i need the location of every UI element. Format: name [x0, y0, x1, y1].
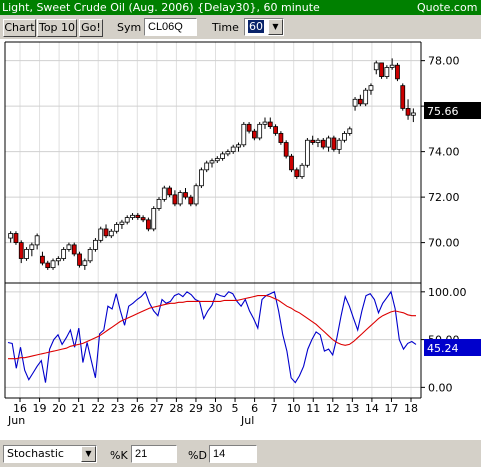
price-candle [299, 163, 305, 179]
time-tick-label: 20 [52, 402, 66, 415]
chart-button[interactable]: Chart [3, 19, 36, 37]
k-period-input[interactable] [131, 445, 177, 463]
chart-area: 78.0076.0074.0072.0070.00 100.0050.000.0… [0, 39, 481, 440]
price-candle [395, 62, 400, 82]
price-candle [331, 135, 337, 152]
price-candle [87, 247, 93, 264]
time-tick-label: 21 [72, 402, 86, 415]
chevron-down-icon[interactable]: ▼ [268, 19, 283, 35]
price-tick-label: 74.00 [428, 146, 460, 159]
time-tick-label: 5 [232, 402, 239, 415]
price-candle [98, 226, 104, 243]
chart-background [0, 39, 481, 440]
time-tick-label: 23 [111, 402, 125, 415]
price-tick-label: 70.00 [428, 237, 460, 250]
price-candle [241, 122, 247, 148]
sym-label: Sym [117, 21, 142, 34]
time-tick-label: 17 [384, 402, 398, 415]
toolbar: Chart Top 10 Go! Sym Time 60 ▼ [0, 15, 481, 39]
price-candle [151, 206, 157, 232]
price-tick-label: 72.00 [428, 191, 460, 204]
price-candle [156, 197, 162, 211]
study-select[interactable]: Stochastic ▼ [3, 445, 97, 463]
d-label: %D [188, 449, 207, 462]
time-tick-label: 12 [326, 402, 340, 415]
price-candle [161, 185, 167, 202]
price-candle [379, 62, 384, 79]
time-label: Time [212, 21, 239, 34]
price-candle [283, 140, 289, 159]
price-candle [93, 238, 98, 252]
window-titlebar: Light, Sweet Crude Oil (Aug. 2006) {Dela… [0, 0, 481, 15]
month-label: Jun [7, 414, 25, 427]
price-candle [289, 153, 294, 173]
time-tick-label: 27 [150, 402, 164, 415]
symbol-input[interactable] [144, 18, 197, 36]
study-chevron-down-icon[interactable]: ▼ [81, 446, 96, 462]
time-tick-label: 30 [209, 402, 223, 415]
top10-button[interactable]: Top 10 [37, 19, 77, 37]
bottom-toolbar: Stochastic ▼ %K %D [0, 440, 481, 467]
time-tick-label: 13 [345, 402, 359, 415]
time-tick-label: 14 [365, 402, 379, 415]
stoch-tick-label: 0.00 [428, 381, 453, 394]
price-tick-label: 78.00 [428, 55, 460, 68]
time-select-value: 60 [248, 20, 264, 33]
price-candle [13, 231, 19, 245]
price-candle [77, 251, 82, 268]
chart-title: Light, Sweet Crude Oil (Aug. 2006) {Dela… [2, 1, 320, 14]
price-candle [257, 122, 263, 141]
price-candle [61, 247, 67, 261]
price-candle [193, 183, 199, 207]
time-tick-label: 29 [189, 402, 203, 415]
time-tick-label: 19 [33, 402, 47, 415]
site-name: Quote.com A [417, 1, 481, 14]
time-tick-label: 18 [404, 402, 418, 415]
stoch-tick-label: 100.00 [428, 286, 467, 299]
time-tick-label: 22 [91, 402, 105, 415]
time-tick-label: 26 [130, 402, 144, 415]
price-candle [199, 167, 204, 189]
price-candle [363, 87, 369, 107]
go-button[interactable]: Go! [79, 19, 103, 37]
price-candle [384, 65, 390, 79]
price-candle [71, 242, 77, 257]
time-select[interactable]: 60 ▼ [244, 18, 284, 36]
k-label: %K [110, 449, 128, 462]
price-candle [304, 137, 310, 168]
last-price-label: 75.66 [427, 105, 459, 118]
price-candle [24, 247, 29, 261]
time-tick-label: 7 [271, 402, 278, 415]
price-candle [146, 217, 151, 232]
price-candle [400, 83, 406, 111]
time-tick-label: 28 [169, 402, 183, 415]
time-tick-label: 11 [306, 402, 320, 415]
d-period-input[interactable] [209, 445, 257, 463]
stoch-value-label: 45.24 [427, 342, 459, 355]
time-tick-label: 10 [287, 402, 301, 415]
price-candle [177, 190, 183, 207]
month-label: Jul [240, 414, 254, 427]
price-candle [278, 131, 284, 145]
